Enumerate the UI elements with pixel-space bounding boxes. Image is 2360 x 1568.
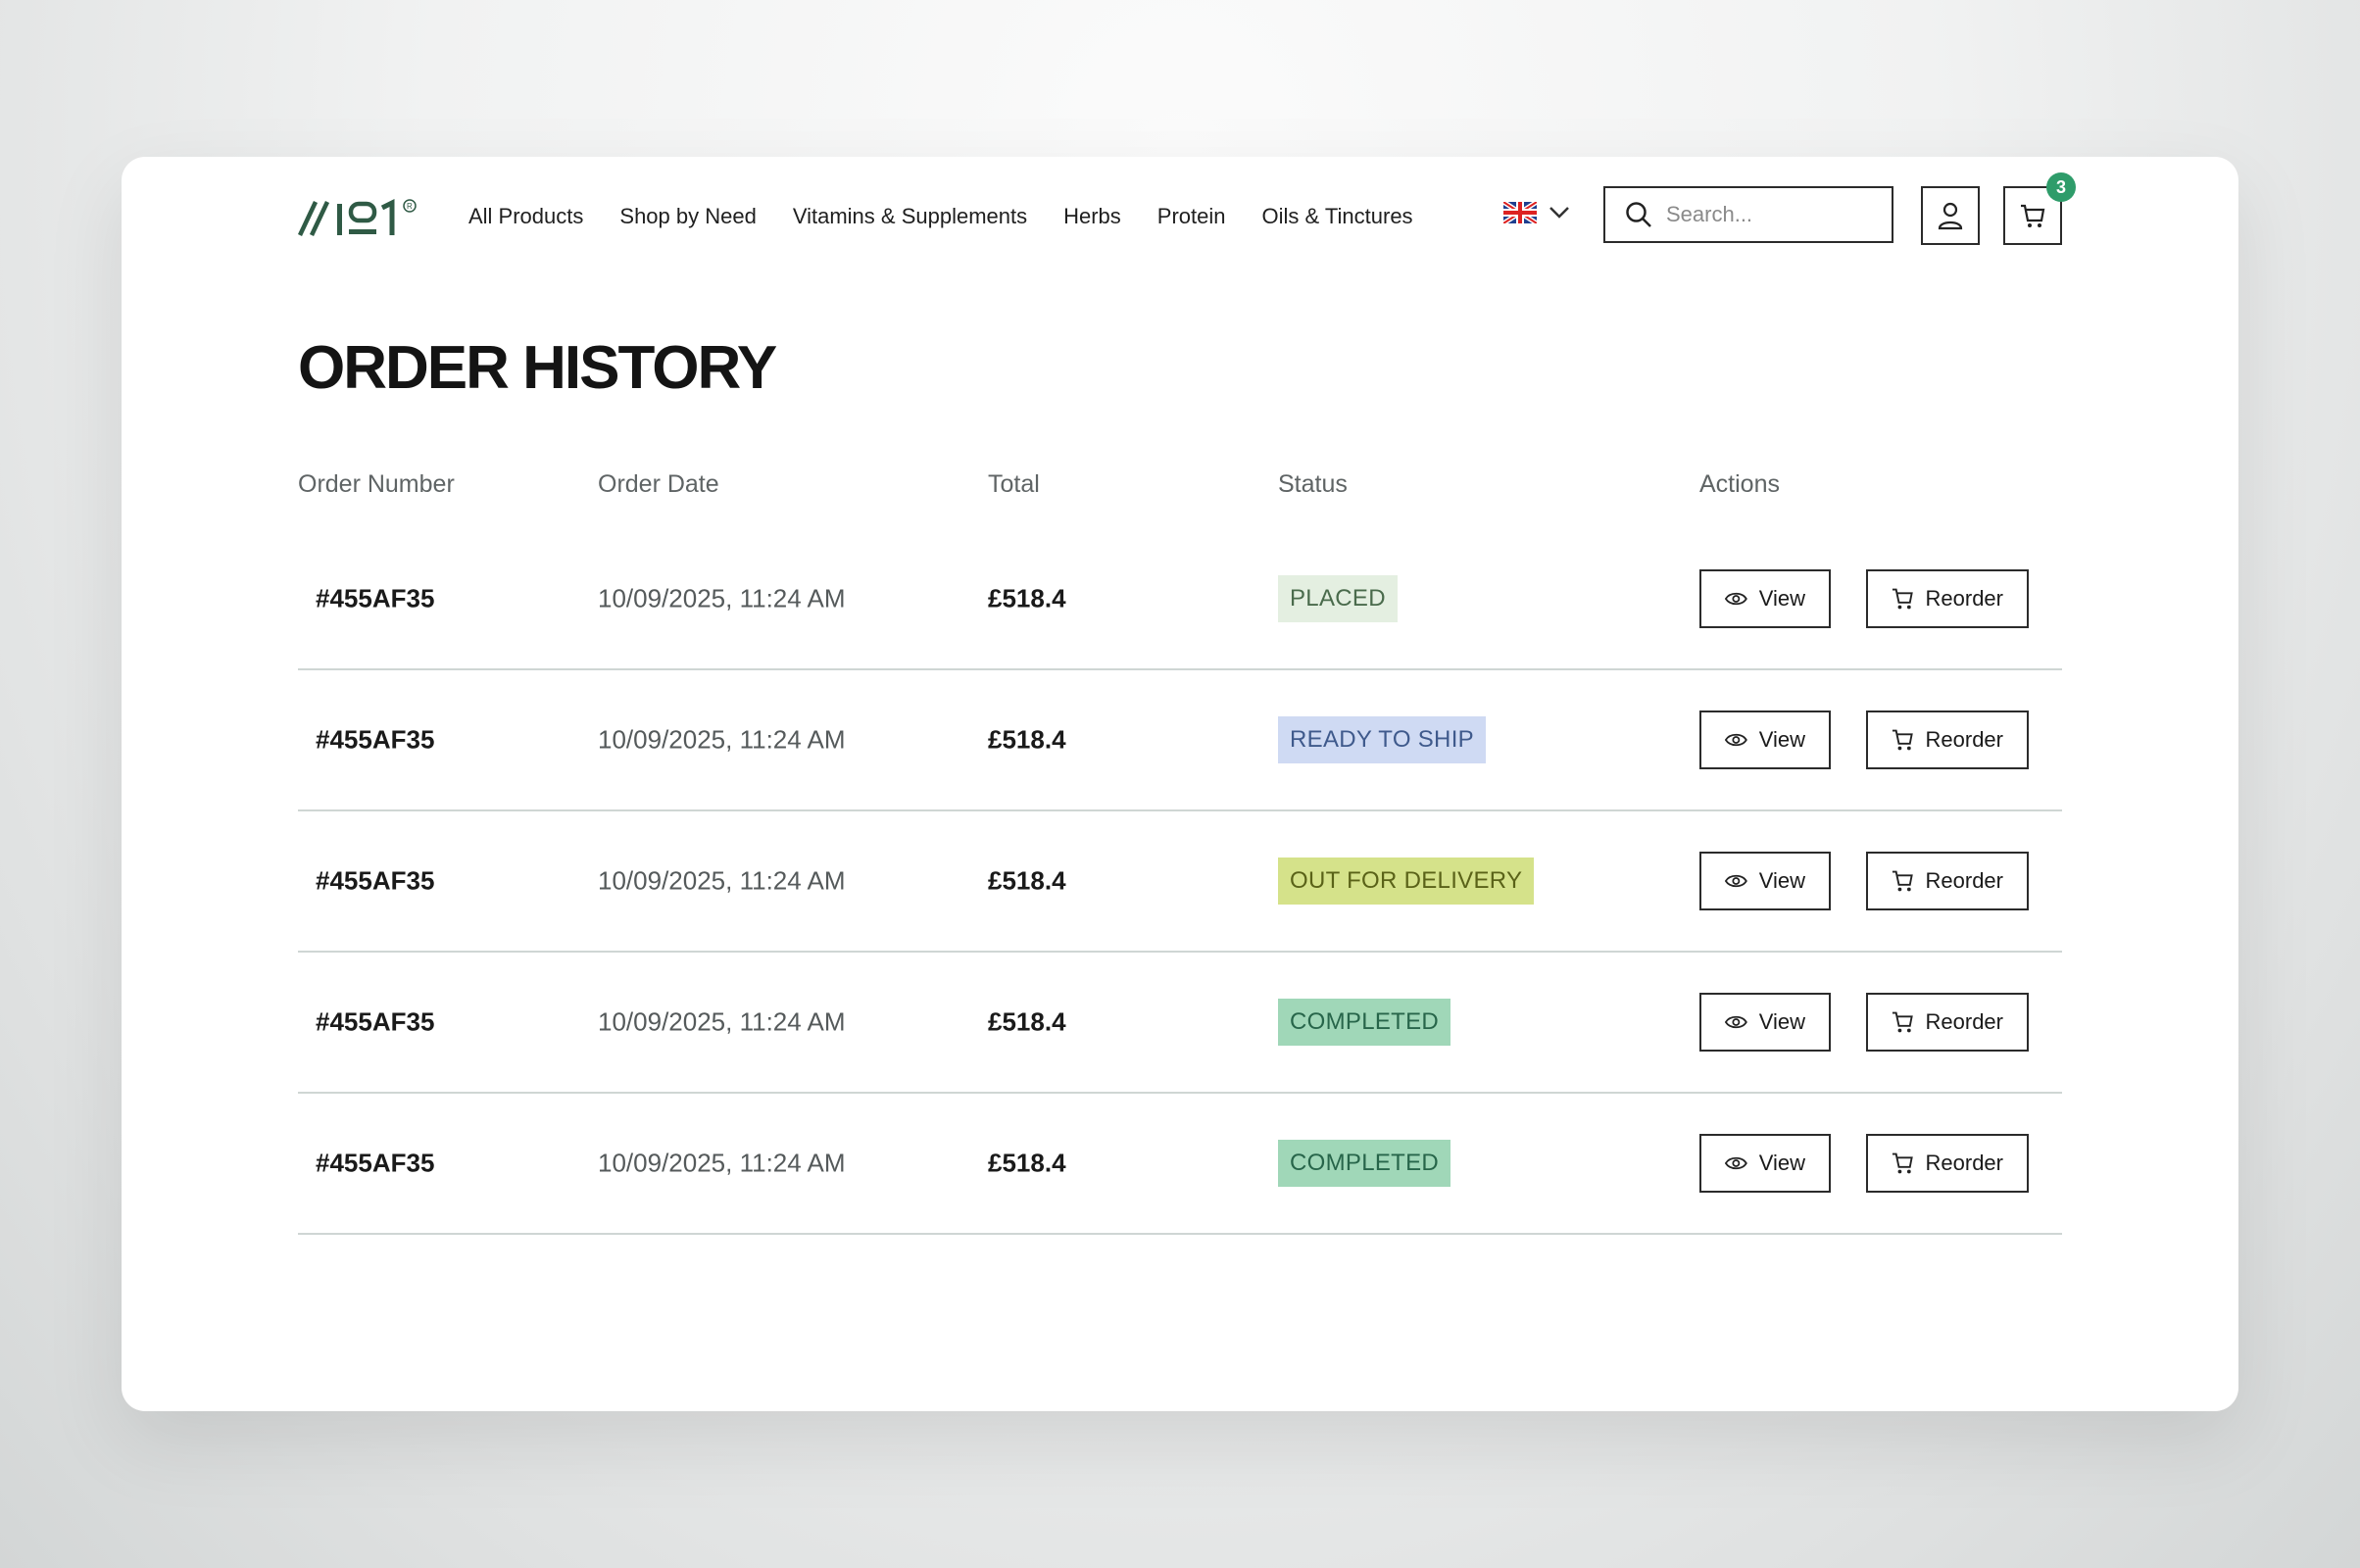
status-badge: COMPLETED	[1278, 1140, 1451, 1187]
status-cell: PLACED	[1278, 575, 1398, 622]
order-history-table: Order Number Order Date Total Status Act…	[298, 470, 2062, 1235]
row-actions: View Reorder	[1699, 1134, 2029, 1193]
order-total: £518.4	[988, 724, 1066, 755]
table-row: #455AF35 10/09/2025, 11:24 AM £518.4 COM…	[298, 953, 2062, 1094]
page-card: R All Products Shop by Need Vitamins & S…	[122, 157, 2238, 1411]
reorder-button-label: Reorder	[1925, 1151, 2003, 1175]
status-cell: COMPLETED	[1278, 999, 1451, 1046]
order-total: £518.4	[988, 1006, 1066, 1037]
row-actions: View Reorder	[1699, 852, 2029, 910]
view-button[interactable]: View	[1699, 852, 1831, 910]
order-number: #455AF35	[316, 724, 435, 755]
order-total: £518.4	[988, 1148, 1066, 1178]
page-title: ORDER HISTORY	[298, 334, 777, 402]
status-cell: OUT FOR DELIVERY	[1278, 858, 1535, 905]
table-row: #455AF35 10/09/2025, 11:24 AM £518.4 PLA…	[298, 529, 2062, 670]
order-date: 10/09/2025, 11:24 AM	[598, 1006, 846, 1037]
order-number: #455AF35	[316, 583, 435, 613]
chevron-down-icon	[1549, 207, 1569, 219]
reorder-button[interactable]: Reorder	[1866, 852, 2029, 910]
main-nav: All Products Shop by Need Vitamins & Sup…	[468, 204, 1413, 229]
view-button[interactable]: View	[1699, 569, 1831, 628]
eye-icon	[1725, 733, 1747, 747]
table-row: #455AF35 10/09/2025, 11:24 AM £518.4 COM…	[298, 1094, 2062, 1235]
cart-icon	[2021, 204, 2045, 227]
cart-icon	[1892, 870, 1913, 892]
order-number: #455AF35	[316, 1148, 435, 1178]
eye-icon	[1725, 592, 1747, 606]
cart-icon	[1892, 729, 1913, 751]
header-order-date: Order Date	[598, 470, 719, 498]
reorder-button-label: Reorder	[1925, 1009, 2003, 1034]
nav-protein[interactable]: Protein	[1157, 204, 1226, 229]
nav-oils-tinctures[interactable]: Oils & Tinctures	[1262, 204, 1413, 229]
table-header: Order Number Order Date Total Status Act…	[298, 470, 2062, 529]
cart-icon	[1892, 1011, 1913, 1033]
view-button[interactable]: View	[1699, 1134, 1831, 1193]
status-badge: COMPLETED	[1278, 999, 1451, 1046]
view-button-label: View	[1758, 1009, 1805, 1034]
reorder-button-label: Reorder	[1925, 868, 2003, 893]
status-cell: READY TO SHIP	[1278, 716, 1486, 763]
view-button-label: View	[1758, 1151, 1805, 1175]
status-cell: COMPLETED	[1278, 1140, 1451, 1187]
eye-icon	[1725, 1015, 1747, 1029]
status-badge: READY TO SHIP	[1278, 716, 1486, 763]
svg-text:R: R	[407, 202, 413, 211]
row-actions: View Reorder	[1699, 710, 2029, 769]
search-box[interactable]	[1603, 186, 1893, 243]
eye-icon	[1725, 874, 1747, 888]
order-date: 10/09/2025, 11:24 AM	[598, 1148, 846, 1178]
account-button[interactable]	[1921, 186, 1980, 245]
reorder-button[interactable]: Reorder	[1866, 1134, 2029, 1193]
reorder-button[interactable]: Reorder	[1866, 569, 2029, 628]
view-button[interactable]: View	[1699, 710, 1831, 769]
row-actions: View Reorder	[1699, 993, 2029, 1052]
brand-logo[interactable]: R	[298, 196, 421, 237]
order-number: #455AF35	[316, 865, 435, 896]
cart-icon	[1892, 1152, 1913, 1174]
table-row: #455AF35 10/09/2025, 11:24 AM £518.4 OUT…	[298, 811, 2062, 953]
view-button-label: View	[1758, 586, 1805, 611]
order-number: #455AF35	[316, 1006, 435, 1037]
user-icon	[1938, 202, 1963, 230]
nav-all-products[interactable]: All Products	[468, 204, 583, 229]
view-button-label: View	[1758, 727, 1805, 752]
uk-flag-icon	[1503, 202, 1537, 223]
reorder-button-label: Reorder	[1925, 727, 2003, 752]
search-input[interactable]	[1664, 201, 1874, 228]
nav-herbs[interactable]: Herbs	[1063, 204, 1121, 229]
reorder-button[interactable]: Reorder	[1866, 710, 2029, 769]
view-button[interactable]: View	[1699, 993, 1831, 1052]
header-actions: Actions	[1699, 470, 1780, 498]
order-total: £518.4	[988, 865, 1066, 896]
status-badge: PLACED	[1278, 575, 1398, 622]
order-date: 10/09/2025, 11:24 AM	[598, 865, 846, 896]
header-order-number: Order Number	[298, 470, 455, 498]
table-row: #455AF35 10/09/2025, 11:24 AM £518.4 REA…	[298, 670, 2062, 811]
nav-vitamins-supplements[interactable]: Vitamins & Supplements	[793, 204, 1027, 229]
language-selector[interactable]	[1503, 202, 1570, 223]
cart-count-badge: 3	[2046, 172, 2076, 202]
order-date: 10/09/2025, 11:24 AM	[598, 724, 846, 755]
order-date: 10/09/2025, 11:24 AM	[598, 583, 846, 613]
reorder-button-label: Reorder	[1925, 586, 2003, 611]
nav-shop-by-need[interactable]: Shop by Need	[619, 204, 756, 229]
view-button-label: View	[1758, 868, 1805, 893]
status-badge: OUT FOR DELIVERY	[1278, 858, 1535, 905]
row-actions: View Reorder	[1699, 569, 2029, 628]
header-total: Total	[988, 470, 1040, 498]
cart-button[interactable]: 3	[2003, 172, 2076, 245]
order-total: £518.4	[988, 583, 1066, 613]
cart-icon	[1892, 588, 1913, 610]
reorder-button[interactable]: Reorder	[1866, 993, 2029, 1052]
header-status: Status	[1278, 470, 1348, 498]
search-icon	[1626, 202, 1651, 227]
eye-icon	[1725, 1156, 1747, 1170]
